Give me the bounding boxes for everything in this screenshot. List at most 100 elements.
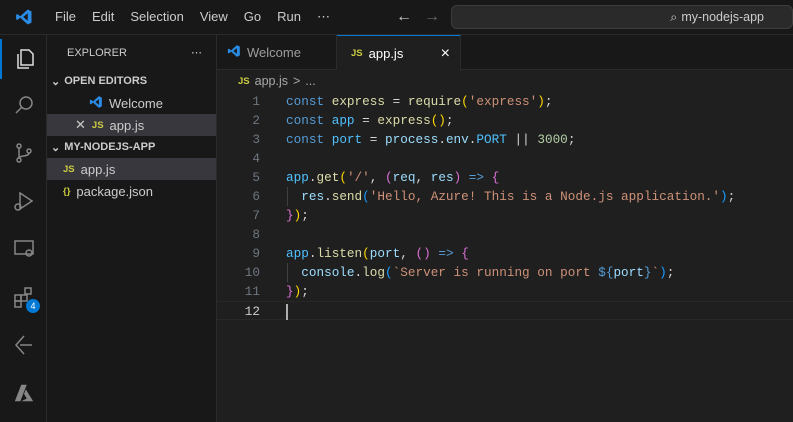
code-token: const — [286, 113, 324, 128]
code-token: res — [431, 170, 454, 185]
code-token: ) — [537, 94, 545, 109]
tab-close-icon[interactable]: × — [441, 45, 450, 63]
code-token: port — [332, 132, 362, 147]
file-app-js[interactable]: JSapp.js — [47, 158, 216, 180]
editor-tabs: Welcome JSapp.js× — [217, 35, 793, 70]
code-line[interactable]: 11}); — [217, 282, 793, 301]
tab-welcome[interactable]: Welcome — [217, 35, 337, 70]
code-line[interactable]: 7}); — [217, 206, 793, 225]
menu-file[interactable]: File — [47, 9, 84, 25]
menu-go[interactable]: Go — [236, 9, 269, 25]
code-token: express — [377, 113, 430, 128]
code-token: . — [324, 189, 332, 204]
close-icon[interactable]: ✕ — [75, 117, 86, 133]
json-file-icon: {} — [63, 186, 70, 197]
command-center-search[interactable]: ⌕ my-nodejs-app — [451, 5, 793, 29]
code-token: { — [492, 170, 500, 185]
breadcrumb-symbols[interactable]: ... — [305, 74, 315, 88]
line-number: 6 — [217, 187, 260, 206]
code-token — [324, 132, 332, 147]
deploy-icon[interactable] — [0, 325, 47, 365]
code-token: send — [332, 189, 362, 204]
code-token: req — [393, 170, 416, 185]
code-token: listen — [316, 246, 362, 261]
code-line[interactable]: 2const app = express(); — [217, 111, 793, 130]
code-token: () — [415, 246, 430, 261]
search-icon: ⌕ — [670, 10, 677, 25]
code-line[interactable]: 12 — [217, 301, 793, 320]
code-line[interactable]: 8 — [217, 225, 793, 244]
menu-more[interactable]: ⋯ — [309, 9, 338, 25]
extensions-badge: 4 — [26, 299, 40, 313]
code-token: , — [370, 170, 385, 185]
open-editor-welcome[interactable]: Welcome — [47, 92, 216, 114]
code-token: app — [286, 170, 309, 185]
breadcrumb-file[interactable]: app.js — [255, 74, 288, 88]
js-file-icon: JS — [92, 120, 104, 131]
code-token: app — [332, 113, 355, 128]
code-token: console — [301, 265, 354, 280]
tab-app-js[interactable]: JSapp.js× — [337, 35, 461, 71]
search-text: my-nodejs-app — [681, 10, 764, 24]
code-token: express — [332, 94, 385, 109]
line-number: 8 — [217, 225, 260, 244]
open-editor-label: app.js — [110, 118, 145, 133]
code-token: ${ — [598, 265, 613, 280]
code-line[interactable]: 3const port = process.env.PORT || 3000; — [217, 130, 793, 149]
code-line[interactable]: 9app.listen(port, () => { — [217, 244, 793, 263]
code-text: }); — [286, 206, 309, 225]
code-line[interactable]: 4 — [217, 149, 793, 168]
forward-arrow-icon[interactable]: → — [424, 8, 440, 26]
azure-icon[interactable] — [0, 373, 47, 413]
code-token: , — [415, 170, 430, 185]
code-token: } — [286, 208, 294, 223]
explorer-sidebar: EXPLORER⋯ ⌄OPEN EDITORS Welcome ✕JSapp.j… — [47, 35, 217, 422]
code-token: || — [507, 132, 537, 147]
title-bar: File Edit Selection View Go Run ⋯ ← → ⌕ my… — [0, 0, 793, 35]
extensions-icon[interactable]: 4 — [0, 277, 47, 317]
open-editors-label: OPEN EDITORS — [64, 75, 147, 87]
code-line[interactable]: 10 console.log(`Server is running on por… — [217, 263, 793, 282]
vscode-logo-icon — [0, 8, 47, 26]
code-token: , — [400, 246, 415, 261]
code-token: ( — [362, 246, 370, 261]
explorer-icon[interactable] — [0, 39, 47, 79]
chevron-down-icon: ⌄ — [51, 141, 60, 154]
code-token: get — [316, 170, 339, 185]
back-arrow-icon[interactable]: ← — [396, 8, 412, 26]
line-number: 9 — [217, 244, 260, 263]
remote-explorer-icon[interactable] — [0, 229, 47, 269]
code-token: PORT — [476, 132, 506, 147]
code-token: ; — [301, 284, 309, 299]
code-line[interactable]: 5 app.get('/', (req, res) => { — [217, 168, 793, 187]
menu-selection[interactable]: Selection — [122, 9, 191, 25]
project-section[interactable]: ⌄MY-NODEJS-APP — [47, 136, 216, 158]
open-editor-label: Welcome — [109, 96, 163, 111]
code-token: } — [286, 284, 294, 299]
explorer-more-button[interactable]: ⋯ — [191, 46, 202, 59]
menu-run[interactable]: Run — [269, 9, 309, 25]
code-line[interactable]: 1const express = require('express'); — [217, 92, 793, 111]
code-line[interactable]: 6 res.send('Hello, Azure! This is a Node… — [217, 187, 793, 206]
code-text: app.get('/', (req, res) => { — [286, 168, 499, 187]
line-number: 3 — [217, 130, 260, 149]
open-editors-section[interactable]: ⌄ OPEN EDITORS — [47, 70, 216, 92]
menu-edit[interactable]: Edit — [84, 9, 122, 25]
code-token — [286, 189, 301, 204]
menu-view[interactable]: View — [192, 9, 236, 25]
source-control-icon[interactable] — [0, 133, 47, 173]
code-editor[interactable]: 1const express = require('express');2con… — [217, 92, 793, 320]
line-number: 5 — [217, 168, 260, 187]
code-text: const express = require('express'); — [286, 92, 553, 111]
file-package-json[interactable]: {}package.json — [47, 180, 216, 202]
code-token: ; — [446, 113, 454, 128]
run-debug-icon[interactable] — [0, 181, 47, 221]
file-label: app.js — [81, 162, 116, 177]
code-token: => — [431, 246, 461, 261]
code-token: require — [408, 94, 461, 109]
open-editor-app-js[interactable]: ✕ JS app.js — [47, 114, 216, 136]
chevron-down-icon: ⌄ — [51, 75, 60, 88]
code-token: => — [461, 170, 491, 185]
code-token: } — [644, 265, 652, 280]
search-icon[interactable] — [0, 85, 47, 125]
